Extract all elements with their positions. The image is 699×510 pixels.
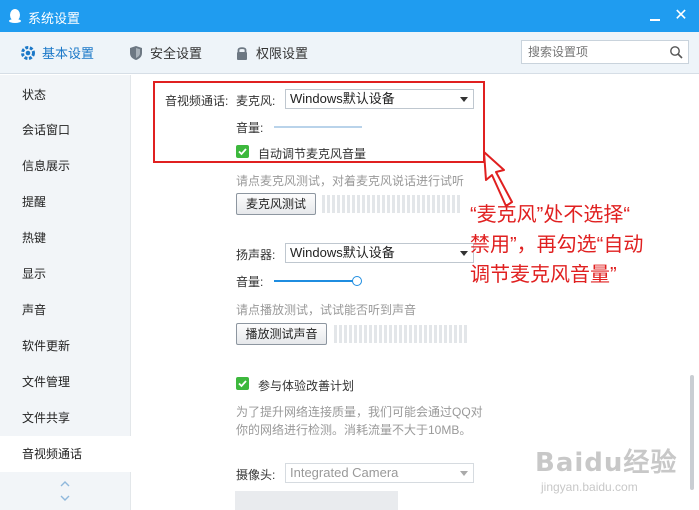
sidebar-item-software-update[interactable]: 软件更新 <box>0 328 131 364</box>
settings-tab-bar: 基本设置 安全设置 权限设置 <box>0 32 699 74</box>
sidebar-item-display[interactable]: 显示 <box>0 256 131 292</box>
sidebar-item-chat-window[interactable]: 会话窗口 <box>0 112 131 148</box>
tab-permission-settings-label: 权限设置 <box>256 46 309 61</box>
camera-device-value: Integrated Camera <box>290 465 399 480</box>
mic-test-hint: 请点麦克风测试，对着麦克风说话进行试听 <box>236 174 465 188</box>
content-scrollbar[interactable] <box>685 75 699 510</box>
camera-preview <box>235 491 398 510</box>
scrollbar-thumb[interactable] <box>690 375 694 490</box>
chevron-down-icon <box>460 251 468 256</box>
baidu-watermark: Baidu经验 jingyan.baidu.com <box>535 442 685 502</box>
tab-security-settings-label: 安全设置 <box>150 46 203 61</box>
sidebar-item-av-call[interactable]: 音视频通话 <box>0 436 131 472</box>
annotation-line-1: “麦克风”处不选择“ <box>470 204 630 226</box>
chevron-down-icon <box>460 471 468 476</box>
window-title: 系统设置 <box>28 11 81 26</box>
highlight-box <box>153 81 485 163</box>
tab-basic-settings-label: 基本设置 <box>42 46 95 61</box>
sidebar-item-reminders[interactable]: 提醒 <box>0 184 131 220</box>
speaker-label: 扬声器: <box>236 248 276 262</box>
sidebar-scroll-arrows-icon[interactable] <box>58 475 72 505</box>
search-box[interactable] <box>521 40 689 64</box>
experience-program-label: 参与体验改善计划 <box>258 379 355 393</box>
gear-icon <box>21 45 35 60</box>
camera-label: 摄像头: <box>236 468 276 482</box>
experience-program-checkbox[interactable] <box>236 377 249 390</box>
speaker-level-meter <box>334 325 469 343</box>
annotation-line-3: 调节麦克风音量” <box>470 264 617 286</box>
sidebar-item-hotkeys[interactable]: 热键 <box>0 220 131 256</box>
speaker-test-button[interactable]: 播放测试声音 <box>236 323 327 345</box>
experience-desc-line2: 你的网络进行检测。消耗流量不大于10MB。 <box>236 423 472 437</box>
mic-level-meter <box>322 195 462 213</box>
speaker-test-hint: 请点播放测试，试试能否听到声音 <box>236 303 417 317</box>
tab-security-settings[interactable]: 安全设置 <box>128 43 202 62</box>
speaker-volume-label: 音量: <box>236 275 264 289</box>
tab-basic-settings[interactable]: 基本设置 <box>20 43 94 62</box>
mic-test-button[interactable]: 麦克风测试 <box>236 193 316 215</box>
close-button[interactable]: ✕ <box>671 6 691 26</box>
sidebar-item-file-sharing[interactable]: 文件共享 <box>0 400 131 436</box>
search-input[interactable] <box>522 41 662 63</box>
speaker-volume-fill <box>274 280 354 282</box>
experience-desc-line1: 为了提升网络连接质量，我们可能会通过QQ对 <box>236 405 483 419</box>
sidebar-item-sound[interactable]: 声音 <box>0 292 131 328</box>
search-icon[interactable] <box>669 45 683 59</box>
minimize-button[interactable] <box>645 6 665 26</box>
shield-icon <box>130 45 142 60</box>
checkmark-icon <box>238 380 247 388</box>
speaker-volume-thumb[interactable] <box>352 276 362 286</box>
settings-sidebar: 状态 会话窗口 信息展示 提醒 热键 显示 声音 软件更新 文件管理 文件共享 … <box>0 75 131 510</box>
lock-icon <box>237 46 247 60</box>
annotation-line-2: 禁用”，再勾选“自动 <box>470 234 644 256</box>
watermark-url: jingyan.baidu.com <box>541 480 638 494</box>
sidebar-item-status[interactable]: 状态 <box>0 77 131 113</box>
title-bar: 系统设置 ✕ <box>0 0 699 32</box>
speaker-device-select[interactable]: Windows默认设备 <box>285 243 474 263</box>
speaker-device-value: Windows默认设备 <box>290 245 395 260</box>
sidebar-item-file-management[interactable]: 文件管理 <box>0 364 131 400</box>
sidebar-item-info-display[interactable]: 信息展示 <box>0 148 131 184</box>
qq-penguin-icon <box>9 9 21 23</box>
watermark-brand: Baidu经验 <box>535 448 678 478</box>
annotation-text: “麦克风”处不选择“ 禁用”，再勾选“自动 调节麦克风音量” <box>470 200 696 290</box>
tab-permission-settings[interactable]: 权限设置 <box>234 43 308 62</box>
camera-device-select[interactable]: Integrated Camera <box>285 463 474 483</box>
